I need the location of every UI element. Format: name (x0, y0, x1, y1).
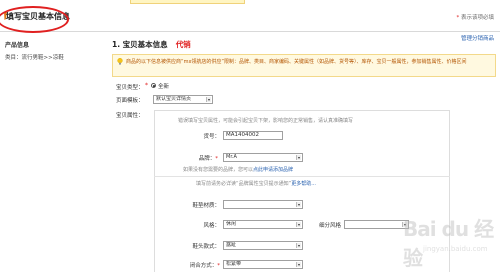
section-title-text: 1. 宝贝基本信息 (112, 40, 168, 49)
brand-label: 品牌：* (194, 154, 218, 162)
style-select[interactable]: 休闲 (223, 220, 303, 229)
required-note: * 表示该项必填 (456, 13, 494, 21)
item-type-required-star: * (145, 82, 148, 89)
page-template-label: 页面模板： (116, 98, 144, 104)
sidebar: 产品信息 类目：流行男鞋>>凉鞋 (0, 33, 105, 272)
item-no-label: 货号： (203, 134, 220, 140)
brand-select[interactable]: Mr.A (223, 153, 303, 162)
divider (154, 176, 450, 177)
brand-notice-text: 填写前请务必详读“品牌属性宝贝提示通知” (196, 181, 292, 187)
item-no-input[interactable]: MA1404002 (223, 131, 283, 140)
item-type-radio-label: 全新 (158, 84, 170, 90)
sub-style-label: 细分风格 (318, 223, 341, 229)
insole-material-select[interactable] (223, 200, 303, 209)
watermark-text: Bai du 经验 (403, 217, 494, 270)
chevron-down-icon (296, 243, 301, 248)
baidu-watermark: Bai du 经验 jingyan.baidu.com (385, 205, 495, 270)
style-label: 风格： (203, 223, 220, 229)
consignment-badge: 代销 (175, 40, 191, 49)
watermark-sub: jingyan.baidu.com (423, 245, 488, 253)
closure-required-star: * (217, 263, 220, 269)
toe-style-value: 露趾 (226, 242, 237, 248)
page-header (0, 8, 500, 32)
chevron-down-icon (206, 97, 211, 102)
highlight-ellipse (0, 6, 69, 33)
chevron-down-icon (296, 222, 301, 227)
chevron-down-icon (296, 262, 301, 267)
brand-label-text: 品牌： (198, 156, 216, 162)
category-path: 类目：流行男鞋>>凉鞋 (5, 55, 64, 61)
closure-label-text: 闭合方式： (189, 263, 218, 269)
manage-distribution-link[interactable]: 管理分销商品 (461, 34, 494, 42)
required-star: * (456, 15, 460, 21)
item-type-radio-new[interactable] (151, 83, 156, 88)
section-title: 1. 宝贝基本信息 代销 (112, 39, 191, 50)
chevron-down-icon (296, 155, 301, 160)
more-help-link[interactable]: 更多帮助... (291, 181, 316, 187)
brand-value: Mr.A (226, 154, 237, 160)
toe-style-select[interactable]: 露趾 (223, 241, 303, 250)
toe-style-label: 鞋头款式： (192, 244, 220, 250)
lightbulb-icon (117, 58, 123, 65)
brand-required-star: * (215, 156, 218, 162)
attributes-hint: 错误填写宝贝属性，可能会引起宝贝下架，影响您的正常销售，请认真准确填写 (178, 118, 354, 124)
apply-brand-link[interactable]: 点此申请添加品牌 (253, 167, 293, 173)
brand-notice: 填写前请务必详读“品牌属性宝贝提示通知”更多帮助... (196, 180, 316, 187)
style-value: 休闲 (226, 221, 237, 227)
item-attributes-label: 宝贝属性： (116, 113, 144, 119)
top-notice-fragment (130, 0, 245, 4)
required-note-text: 表示该项必填 (460, 15, 494, 21)
item-type-label: 宝贝类型： (116, 85, 144, 91)
restriction-notice: 商品的以下信息被供应商“mx领航店的供应”限制：品牌、类目、商家编码、关键属性（… (112, 54, 496, 77)
closure-label: 闭合方式：* (180, 261, 220, 269)
chevron-down-icon (296, 202, 301, 207)
product-info-title: 产品信息 (5, 42, 30, 49)
page-template-select[interactable]: 默认宝贝详情页 (153, 95, 213, 104)
brand-hint: 如果没有您需要的品牌，您可以点此申请添加品牌 (183, 166, 293, 173)
brand-hint-text: 如果没有您需要的品牌，您可以 (183, 167, 254, 173)
notice-text: 商品的以下信息被供应商“mx领航店的供应”限制：品牌、类目、商家编码、关键属性（… (126, 59, 467, 65)
insole-material-label: 鞋垫材质： (192, 203, 220, 209)
page-template-value: 默认宝贝详情页 (156, 96, 192, 102)
closure-value: 松紧带 (226, 261, 242, 267)
closure-select[interactable]: 松紧带 (223, 260, 303, 269)
